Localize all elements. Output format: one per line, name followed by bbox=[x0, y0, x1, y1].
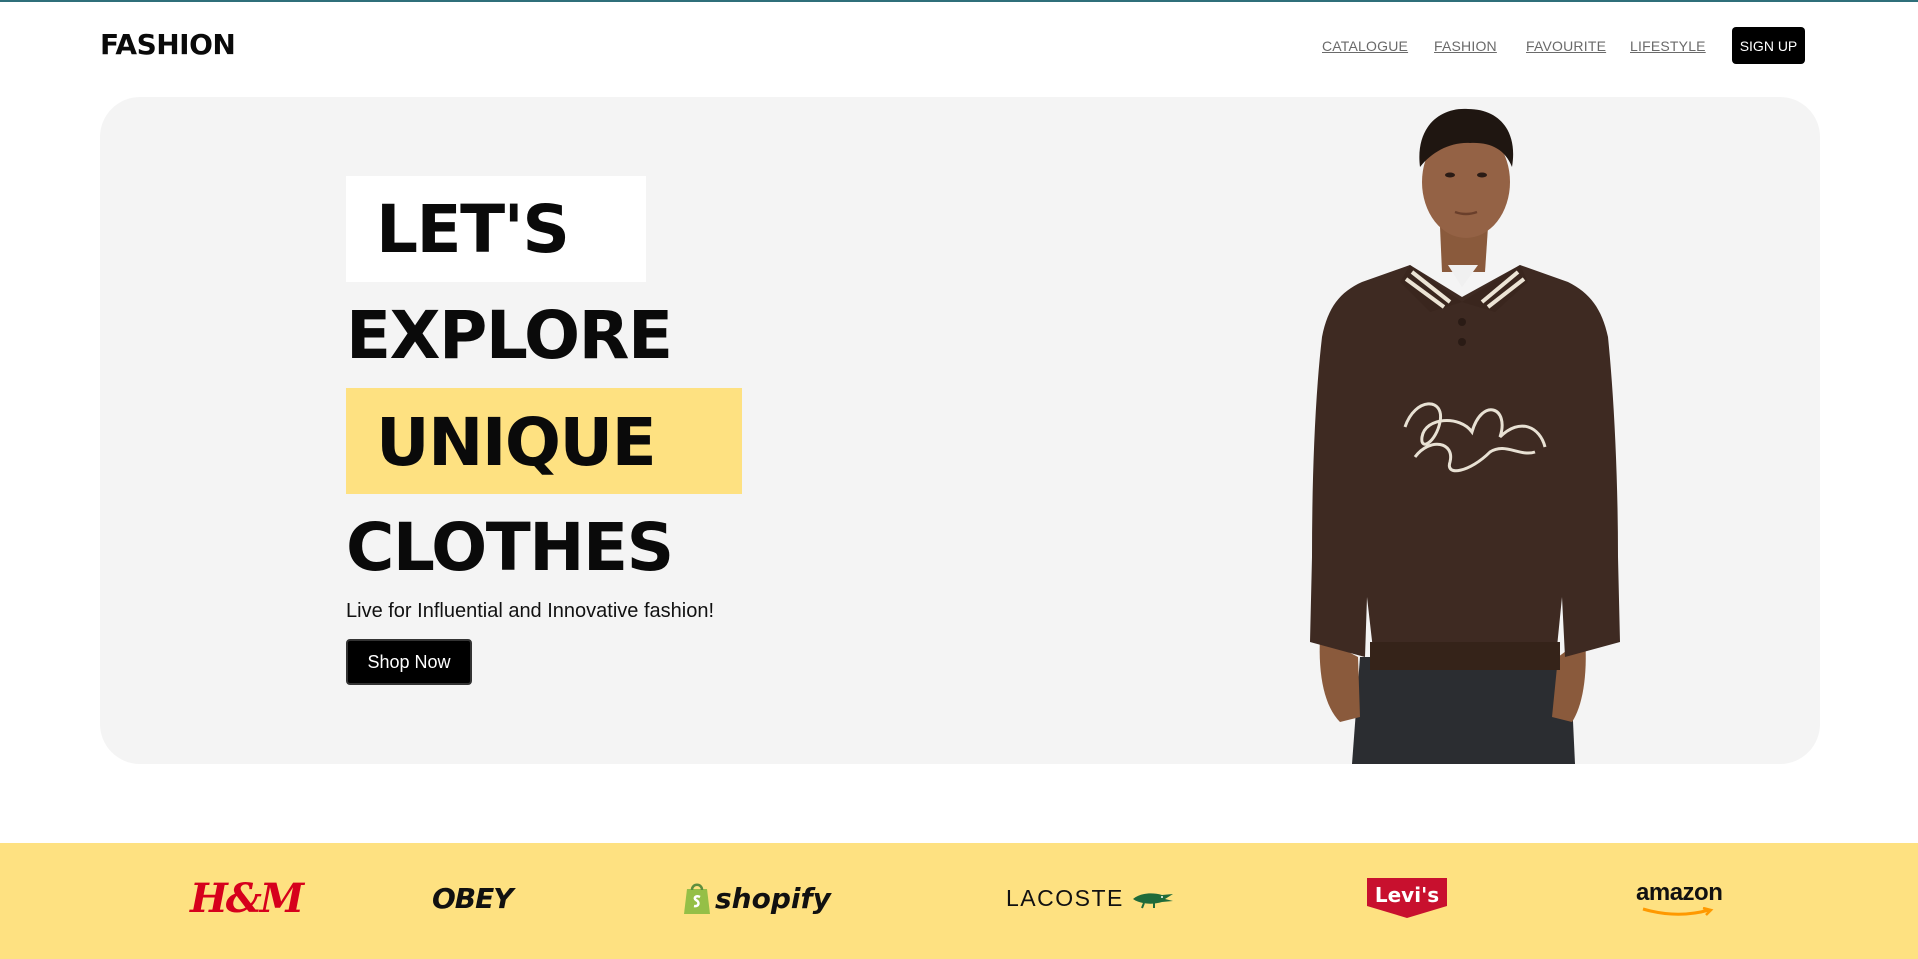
brand-logo-lacoste[interactable]: LACOSTE bbox=[1006, 873, 1174, 923]
nav-favourite[interactable]: FAVOURITE bbox=[1526, 38, 1606, 54]
headline-word-unique: UNIQUE bbox=[376, 404, 657, 481]
headline-word-clothes: CLOTHES bbox=[346, 509, 674, 586]
sign-up-button[interactable]: SIGN UP bbox=[1732, 27, 1805, 64]
shop-now-button[interactable]: Shop Now bbox=[346, 639, 472, 685]
crocodile-icon bbox=[1132, 893, 1173, 909]
brand-logo-strip: H&M OBEY shopify LACOSTE Levi's amazon bbox=[0, 843, 1918, 959]
site-header: FASHION CATALOGUE FASHION FAVOURITE LIFE… bbox=[0, 2, 1918, 90]
lacoste-wordmark: LACOSTE bbox=[1006, 884, 1124, 911]
shopify-bag-icon bbox=[684, 883, 710, 914]
nav-fashion[interactable]: FASHION bbox=[1434, 38, 1497, 54]
nav-catalogue[interactable]: CATALOGUE bbox=[1322, 38, 1408, 54]
amazon-smile-icon bbox=[1642, 907, 1714, 916]
hero-banner: LET'S EXPLORE UNIQUE CLOTHES Live for In… bbox=[100, 97, 1820, 764]
brand-logo-shopify[interactable]: shopify bbox=[683, 873, 831, 923]
hero-model-image bbox=[1310, 108, 1620, 764]
shopify-wordmark: shopify bbox=[715, 881, 831, 915]
site-logo[interactable]: FASHION bbox=[100, 28, 236, 61]
brand-logo-amazon[interactable]: amazon bbox=[1636, 873, 1723, 923]
nav-lifestyle[interactable]: LIFESTYLE bbox=[1630, 38, 1706, 54]
headline-word-explore: EXPLORE bbox=[346, 297, 673, 374]
brand-logo-levis[interactable]: Levi's bbox=[1367, 873, 1447, 923]
headline-word-lets: LET'S bbox=[376, 191, 570, 268]
levis-badge: Levi's bbox=[1367, 878, 1447, 918]
amazon-wordmark: amazon bbox=[1636, 879, 1723, 906]
brand-logo-hm[interactable]: H&M bbox=[190, 873, 304, 923]
hero-tagline: Live for Influential and Innovative fash… bbox=[346, 600, 715, 622]
brand-logo-obey[interactable]: OBEY bbox=[432, 873, 514, 923]
